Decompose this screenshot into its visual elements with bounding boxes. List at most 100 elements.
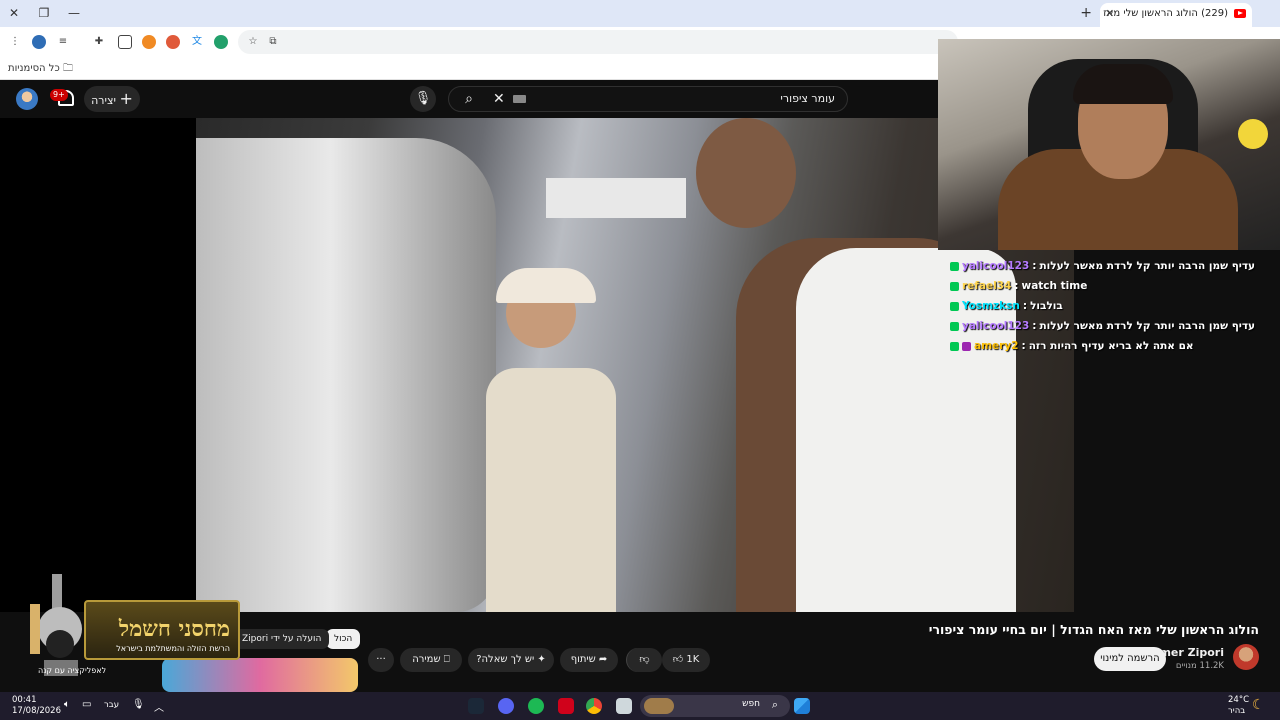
save-button[interactable]: ⎕ שמירה — [400, 648, 462, 672]
chat-message: Yosmzksn : בולבול — [942, 296, 1280, 316]
extension-icon[interactable] — [118, 35, 132, 49]
search-input[interactable]: עומר ציפורי — [780, 87, 835, 111]
bookmark-icon: ⎕ — [443, 654, 450, 665]
chat-text: עדיף שמן הרבה יותר קל לרדת מאשר לעלות — [1039, 260, 1256, 272]
sponsor-title: מחסני חשמל — [118, 616, 230, 642]
search-box[interactable]: ⌕ ✕ עומר ציפורי — [448, 86, 848, 112]
sponsor-caption: לאפליקציה עם קנה — [38, 666, 107, 675]
channel-avatar[interactable] — [1233, 644, 1259, 670]
weather-desc: בהיר — [1228, 706, 1246, 716]
sponsor-mascot-icon — [30, 574, 82, 676]
chat-separator: : — [1021, 340, 1026, 352]
sparkle-icon: ✦ — [537, 654, 546, 665]
clear-search-icon[interactable]: ✕ — [493, 87, 505, 111]
app-icon[interactable] — [558, 698, 574, 714]
address-bar[interactable]: ☆ ⧉ — [238, 30, 958, 54]
start-windows-icon[interactable] — [794, 698, 810, 714]
chevron-up-icon[interactable]: ︿ — [154, 699, 164, 714]
chat-separator: : — [1032, 320, 1037, 332]
share-icon: ➦ — [598, 654, 608, 665]
bookmark-star-icon[interactable]: ☆ — [246, 35, 260, 49]
extension-icon[interactable] — [214, 35, 228, 49]
chat-badge-icon — [962, 341, 971, 351]
tab-title: (229) הולוג הראשון שלי מאז הא — [1100, 8, 1228, 19]
thumbs-down-icon: 👎︎ — [639, 654, 650, 665]
notifications-badge: 9+ — [50, 89, 68, 101]
avatar[interactable] — [16, 88, 38, 110]
subscribe-button[interactable]: הרשמה למינוי — [1094, 647, 1166, 671]
clock-time[interactable]: 00:41 — [12, 695, 37, 705]
chat-overlay: yalicool123 : עדיף שמן הרבה יותר קל לרדת… — [942, 256, 1280, 356]
chrome-icon[interactable] — [586, 698, 602, 714]
extension-icon[interactable] — [166, 35, 180, 49]
all-bookmarks-button[interactable]: 🗀 כל הסימניות — [8, 61, 73, 78]
minimize-icon[interactable]: — — [66, 5, 82, 21]
chat-username: amery2 — [974, 340, 1019, 352]
profile-icon[interactable] — [32, 35, 46, 49]
chip-all[interactable]: הכול — [326, 629, 361, 649]
search-icon[interactable]: ⌕ — [449, 87, 489, 111]
chat-text: בולבול — [1030, 300, 1063, 312]
file-explorer-icon[interactable] — [616, 698, 632, 714]
chat-message: amery2 : אם אתה לא בריא עדיף רהיות רזה — [942, 336, 1280, 356]
menu-icon[interactable]: ⋮ — [8, 35, 22, 49]
chat-text: אם אתה לא בריא עדיף רהיות רזה — [1028, 340, 1194, 352]
folder-icon: 🗀 — [62, 63, 73, 74]
dislike-button[interactable]: 👎︎ — [626, 648, 662, 672]
sponsor-overlay: מחסני חשמל הרשת הזולה והמשתלמת בישראל לא… — [18, 572, 240, 678]
input-language[interactable]: עבר — [104, 700, 119, 710]
chat-badge-icon — [950, 321, 959, 331]
spotify-icon[interactable] — [528, 698, 544, 714]
chat-message: refael34 : watch time — [942, 276, 1280, 296]
discord-icon[interactable] — [498, 698, 514, 714]
media-icon[interactable]: ≡ — [56, 35, 70, 49]
save-label: שמירה — [412, 654, 441, 665]
ask-button[interactable]: ✦ יש לך שאלה? — [468, 648, 554, 672]
taskbar: 00:41 17/08/2026 🔈︎ ▭ עבר 🎙︎ ︿ חפש ⌕ 24°… — [0, 692, 1280, 720]
chat-badge-icon — [950, 281, 959, 291]
subscriber-count: 11.2K מנויים — [1175, 661, 1224, 671]
moon-weather-icon: ☾ — [1252, 697, 1265, 713]
maximize-icon[interactable]: ❐ — [36, 5, 52, 21]
microphone-icon[interactable]: 🎙︎ — [132, 699, 145, 710]
network-icon[interactable]: ▭ — [82, 699, 91, 710]
webcam-overlay — [938, 39, 1280, 250]
like-button[interactable]: 1K 👍︎ — [662, 648, 710, 672]
create-button[interactable]: + יצירה — [84, 86, 140, 112]
close-window-icon[interactable]: ✕ — [6, 5, 22, 21]
share-button[interactable]: ➦ שיתוף — [560, 648, 618, 672]
chip-uploaded-by[interactable]: הועלה על ידי Zipori — [234, 629, 330, 649]
video-player[interactable] — [0, 118, 1074, 612]
sponsor-banner: מחסני חשמל הרשת הזולה והמשתלמת בישראל — [84, 600, 240, 660]
tab-close-icon[interactable]: ✕ — [1105, 3, 1114, 25]
ask-label: יש לך שאלה? — [476, 654, 535, 665]
chat-message: yalicool123 : עדיף שמן הרבה יותר קל לרדת… — [942, 256, 1280, 276]
voice-search-icon[interactable]: 🎙 — [410, 86, 436, 112]
youtube-favicon-icon — [1234, 9, 1246, 18]
cast-icon[interactable]: ⧉ — [266, 35, 280, 49]
extensions-icon[interactable]: ✚ — [92, 35, 106, 49]
keyboard-icon[interactable] — [513, 95, 526, 103]
chat-username: yalicool123 — [962, 260, 1030, 272]
plus-icon: + — [119, 89, 133, 108]
chat-username: Yosmzksn — [962, 300, 1020, 312]
chat-message: yalicool123 : עדיף שמן הרבה יותר קל לרדת… — [942, 316, 1280, 336]
extension-icon[interactable] — [142, 35, 156, 49]
chat-text: watch time — [1021, 280, 1088, 292]
translate-icon[interactable]: 文 — [190, 35, 204, 49]
chat-text: עדיף שמן הרבה יותר קל לרדת מאשר לעלות — [1039, 320, 1256, 332]
share-label: שיתוף — [570, 654, 596, 665]
taskbar-search[interactable]: חפש ⌕ — [640, 695, 790, 717]
steam-icon[interactable] — [468, 698, 484, 714]
speaker-icon[interactable]: 🔈︎ — [64, 699, 70, 710]
chat-username: refael34 — [962, 280, 1012, 292]
create-label: יצירה — [91, 94, 116, 107]
browser-tab[interactable]: (229) הולוג הראשון שלי מאז הא ✕ — [1100, 3, 1252, 27]
more-actions-button[interactable]: ··· — [368, 648, 394, 672]
chat-badge-icon — [950, 261, 959, 271]
weather-temp[interactable]: 24°C — [1228, 695, 1249, 705]
video-title: הולוג הראשון שלי מאז האח הגדול | יום בחי… — [928, 622, 1259, 637]
new-tab-button[interactable]: + — [1080, 5, 1092, 21]
clock-date[interactable]: 17/08/2026 — [12, 706, 61, 716]
chat-separator: : — [1014, 280, 1019, 292]
